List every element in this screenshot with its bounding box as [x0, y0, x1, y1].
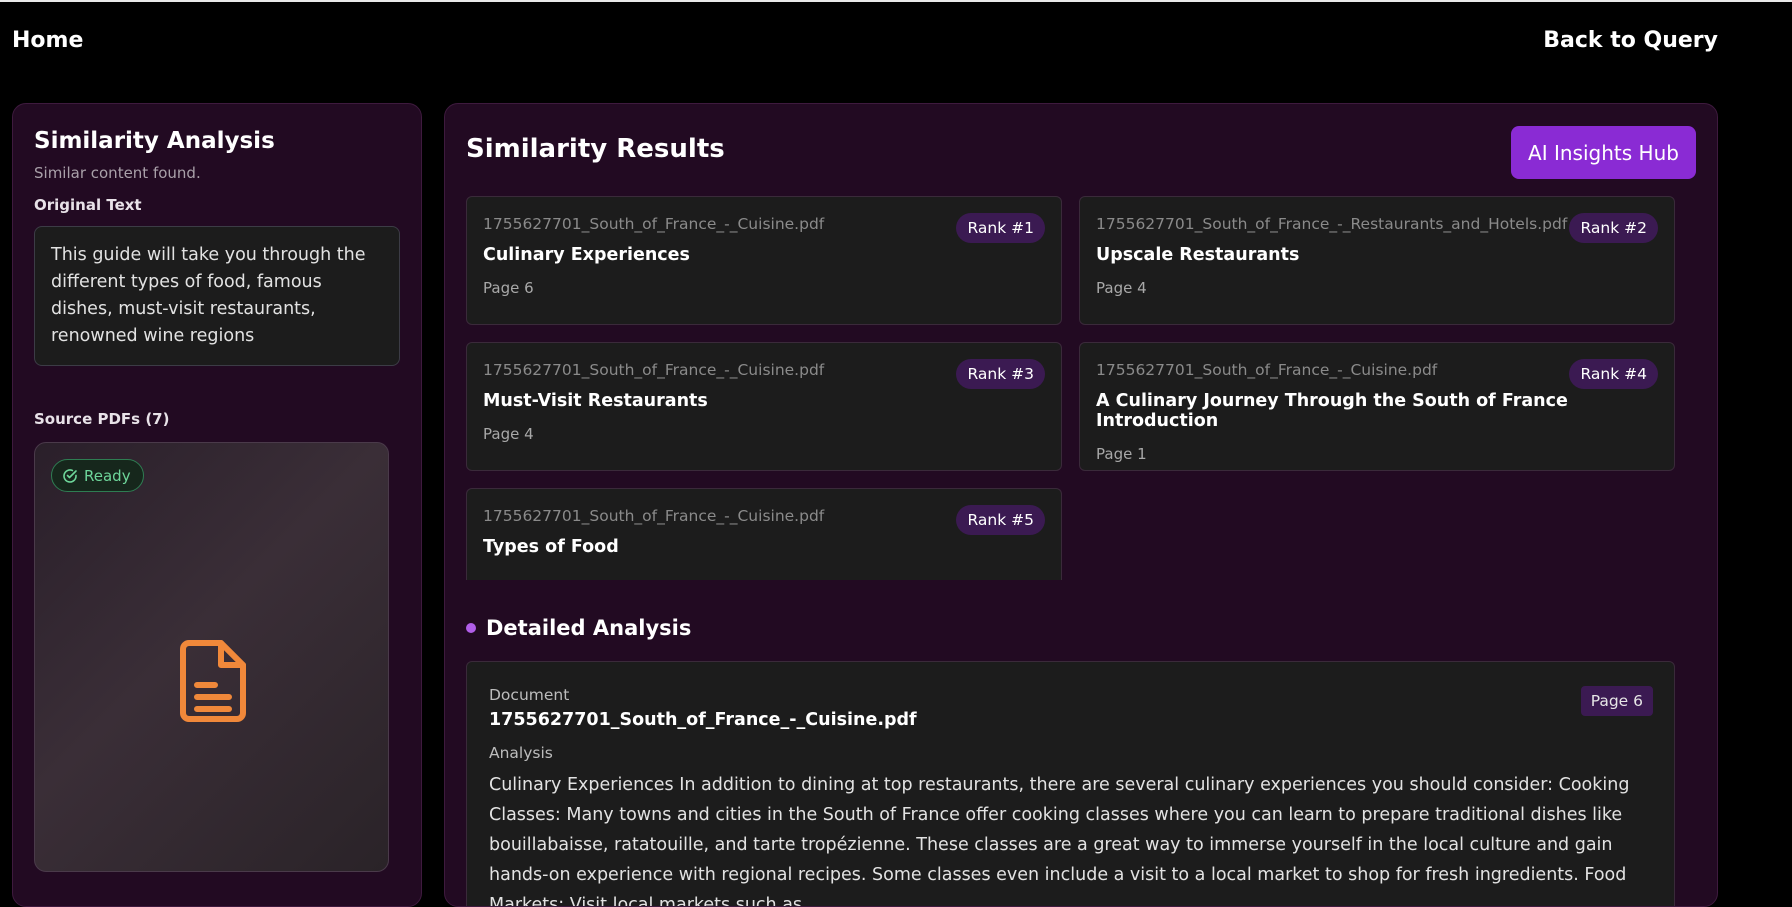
- result-page: Page 4: [1096, 279, 1147, 297]
- analysis-card: Document 1755627701_South_of_France_-_Cu…: [466, 661, 1675, 907]
- rank-badge: Rank #1: [956, 213, 1045, 243]
- home-link[interactable]: Home: [12, 28, 83, 53]
- result-card-rank-2[interactable]: 1755627701_South_of_France_-_Restaurants…: [1079, 196, 1675, 325]
- pdf-preview-card[interactable]: Ready: [34, 442, 389, 872]
- original-text-box: This guide will take you through the dif…: [34, 226, 400, 366]
- result-title: Culinary Experiences: [483, 245, 690, 265]
- top-border: [0, 0, 1792, 2]
- document-icon: [180, 640, 246, 722]
- status-text: Ready: [84, 466, 131, 485]
- analysis-label: Analysis: [489, 744, 553, 762]
- result-page: Page 4: [483, 425, 534, 443]
- result-title: A Culinary Journey Through the South of …: [1096, 391, 1568, 431]
- back-to-query-link[interactable]: Back to Query: [1543, 28, 1718, 53]
- page-badge: Page 6: [1580, 686, 1653, 716]
- detailed-analysis-heading: Detailed Analysis: [466, 616, 691, 640]
- detailed-analysis-title: Detailed Analysis: [486, 616, 692, 640]
- document-label: Document: [489, 686, 570, 704]
- result-title: Must-Visit Restaurants: [483, 391, 708, 411]
- similarity-analysis-panel: Similarity Analysis Similar content foun…: [12, 103, 422, 907]
- result-page: Page 6: [483, 279, 534, 297]
- results-grid: 1755627701_South_of_France_-_Cuisine.pdf…: [466, 196, 1675, 580]
- result-card-rank-3[interactable]: 1755627701_South_of_France_-_Cuisine.pdf…: [466, 342, 1062, 471]
- ai-insights-hub-button[interactable]: AI Insights Hub: [1511, 126, 1696, 179]
- analysis-text: Culinary Experiences In addition to dini…: [489, 775, 1630, 907]
- similarity-results-panel: Similarity Results AI Insights Hub 17556…: [444, 103, 1718, 907]
- result-card-rank-1[interactable]: 1755627701_South_of_France_-_Cuisine.pdf…: [466, 196, 1062, 325]
- result-card-rank-5[interactable]: 1755627701_South_of_France_-_Cuisine.pdf…: [466, 488, 1062, 580]
- result-page: Page 1: [1096, 445, 1147, 463]
- result-card-rank-4[interactable]: 1755627701_South_of_France_-_Cuisine.pdf…: [1079, 342, 1675, 471]
- rank-badge: Rank #4: [1569, 359, 1658, 389]
- rank-badge: Rank #5: [956, 505, 1045, 535]
- rank-badge: Rank #2: [1569, 213, 1658, 243]
- document-name: 1755627701_South_of_France_-_Cuisine.pdf: [489, 710, 917, 730]
- bullet-dot-icon: [466, 623, 476, 633]
- result-title: Upscale Restaurants: [1096, 245, 1300, 265]
- panel-title: Similarity Analysis: [34, 128, 275, 154]
- results-title: Similarity Results: [466, 134, 725, 164]
- panel-subtitle: Similar content found.: [34, 164, 201, 182]
- check-circle-icon: [63, 468, 77, 483]
- status-badge: Ready: [51, 459, 144, 492]
- rank-badge: Rank #3: [956, 359, 1045, 389]
- result-title: Types of Food: [483, 537, 619, 557]
- original-text-label: Original Text: [34, 196, 142, 214]
- source-pdfs-label: Source PDFs (7): [34, 410, 170, 428]
